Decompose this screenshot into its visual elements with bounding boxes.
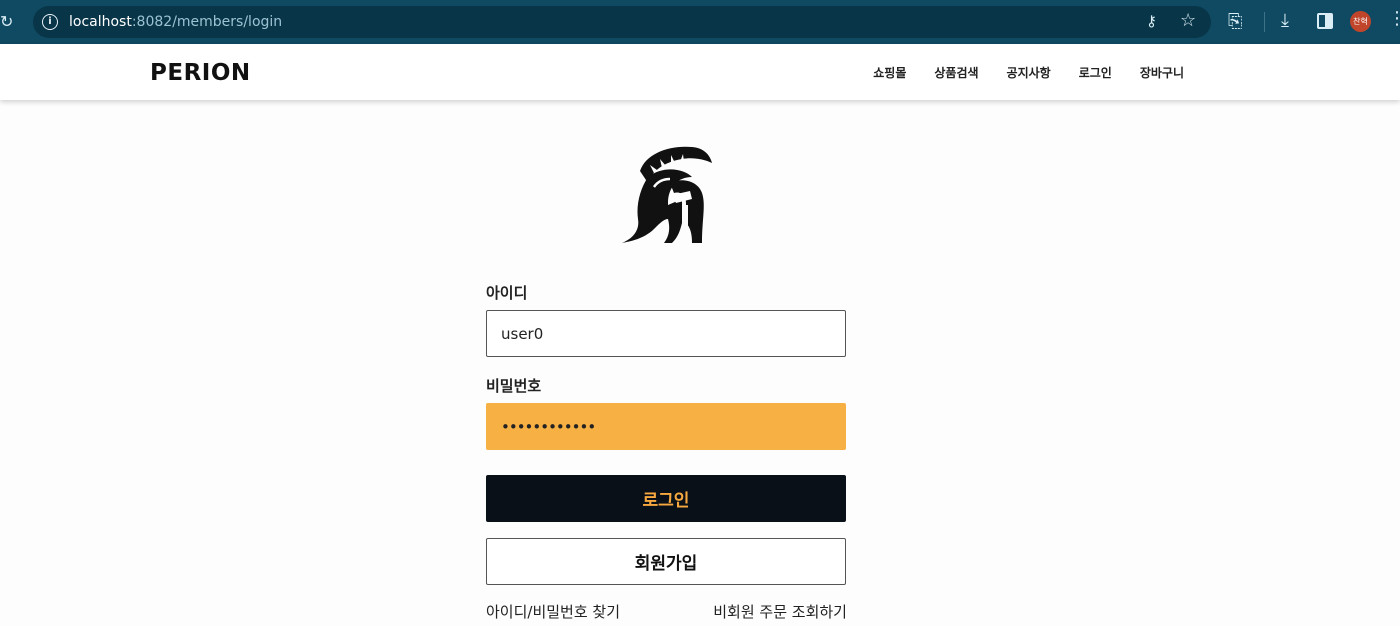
- main-nav: 쇼핑몰 상품검색 공지사항 로그인 장바구니: [873, 64, 1184, 81]
- nav-item-cart[interactable]: 장바구니: [1140, 64, 1184, 81]
- find-id-password-link[interactable]: 아이디/비밀번호 찾기: [486, 601, 620, 622]
- address-bar[interactable]: i localhost:8082/members/login ⚷ ☆: [33, 6, 1211, 38]
- login-form: 아이디 비밀번호 로그인 회원가입 아이디/비밀번호 찾기 비회원 주문 조회하…: [486, 282, 847, 625]
- side-panel-icon[interactable]: [1317, 13, 1333, 29]
- nav-item-notice[interactable]: 공지사항: [1007, 64, 1051, 81]
- download-icon[interactable]: ⤓: [1281, 10, 1289, 31]
- helper-links: 아이디/비밀번호 찾기 비회원 주문 조회하기: [486, 601, 847, 625]
- id-input[interactable]: [486, 310, 846, 357]
- browser-menu-icon[interactable]: ⋮: [1388, 8, 1400, 29]
- bookmark-star-icon[interactable]: ☆: [1180, 10, 1196, 31]
- nav-item-shoppingmall[interactable]: 쇼핑몰: [873, 64, 906, 81]
- url-text[interactable]: localhost:8082/members/login: [69, 13, 282, 31]
- site-info-icon[interactable]: i: [42, 14, 58, 30]
- url-host: localhost: [69, 14, 132, 30]
- reload-icon[interactable]: ↻: [0, 12, 20, 32]
- url-path: :8082/members/login: [131, 14, 283, 30]
- browser-toolbar: ↻ i localhost:8082/members/login ⚷ ☆ ⎘ ⤓…: [0, 0, 1400, 44]
- nav-item-product-search[interactable]: 상품검색: [934, 64, 978, 81]
- password-input[interactable]: [486, 403, 846, 450]
- extensions-icon[interactable]: ⎘: [1228, 11, 1242, 32]
- login-button[interactable]: 로그인: [486, 475, 846, 522]
- profile-avatar[interactable]: 찬혁: [1350, 11, 1371, 32]
- toolbar-divider: [1264, 12, 1265, 32]
- password-key-icon[interactable]: ⚷: [1146, 12, 1157, 30]
- brand-logo-text[interactable]: PERION: [150, 60, 251, 86]
- id-label: 아이디: [486, 284, 528, 302]
- password-label: 비밀번호: [486, 377, 542, 395]
- site-header: PERION 쇼핑몰 상품검색 공지사항 로그인 장바구니: [0, 44, 1400, 100]
- signup-button[interactable]: 회원가입: [486, 538, 846, 585]
- guest-order-lookup-link[interactable]: 비회원 주문 조회하기: [713, 601, 847, 622]
- spartan-helmet-logo-icon: [622, 146, 712, 243]
- nav-item-login[interactable]: 로그인: [1079, 64, 1112, 81]
